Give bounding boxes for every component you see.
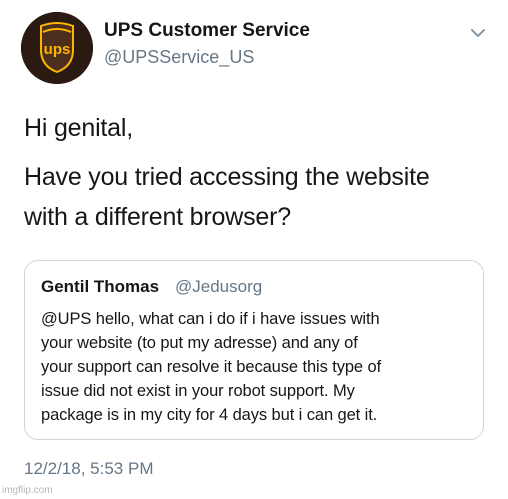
quoted-author-handle: @Jedusorg [175,277,263,296]
tweet-timestamp[interactable]: 12/2/18, 5:53 PM [24,459,153,479]
quoted-text-line: issue did not exist in your robot suppor… [41,382,355,400]
watermark: imgflip.com [2,485,53,496]
quoted-text-line: package is in my city for 4 days but i c… [41,406,378,424]
tweet-text-line: Hi genital, [24,114,133,142]
author-display-name[interactable]: UPS Customer Service [104,20,310,42]
tweet-text-line: Have you tried accessing the website [24,163,430,191]
avatar[interactable]: ups [21,12,93,84]
quoted-text-line: your support can resolve it because this… [41,358,382,376]
quoted-author-name: Gentil Thomas [41,277,160,296]
svg-text:ups: ups [44,41,71,58]
quoted-tweet[interactable]: Gentil Thomas @Jedusorg @UPS hello, what… [24,260,484,440]
chevron-down-icon[interactable] [469,26,487,40]
author-handle[interactable]: @UPSService_US [104,47,254,68]
ups-logo-icon: ups [21,12,93,84]
quoted-text-line: @UPS hello, what can i do if i have issu… [41,310,380,328]
tweet: ups UPS Customer Service @UPSService_US … [0,0,508,499]
quoted-text-line: your website (to put my adresse) and any… [41,334,358,352]
tweet-text-line: with a different browser? [24,203,291,231]
